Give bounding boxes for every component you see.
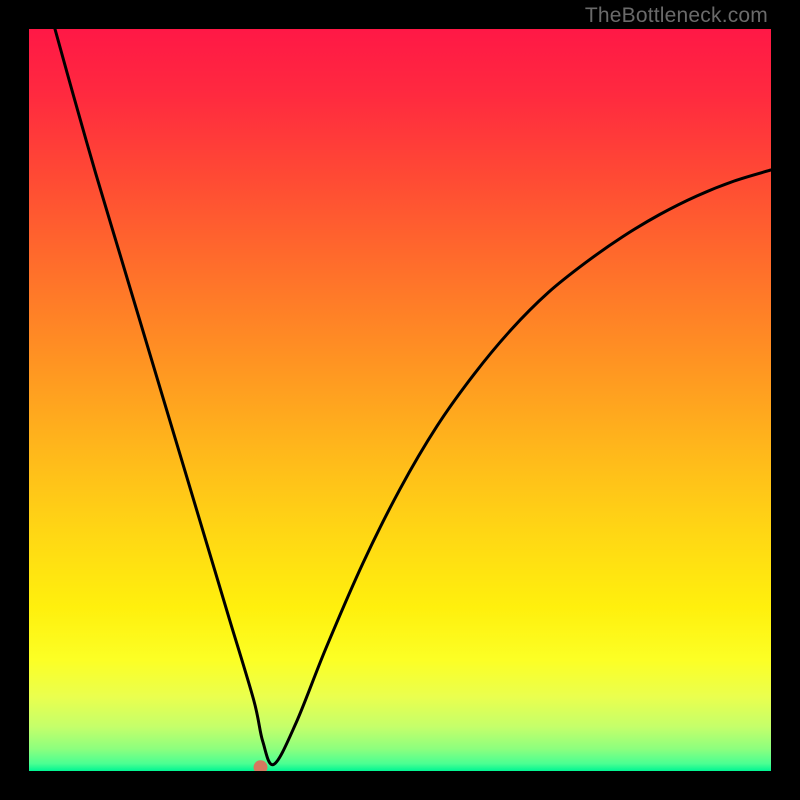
chart-frame: TheBottleneck.com — [0, 0, 800, 800]
bottleneck-curve — [29, 29, 771, 771]
watermark-text: TheBottleneck.com — [585, 4, 768, 28]
plot-area — [29, 29, 771, 771]
